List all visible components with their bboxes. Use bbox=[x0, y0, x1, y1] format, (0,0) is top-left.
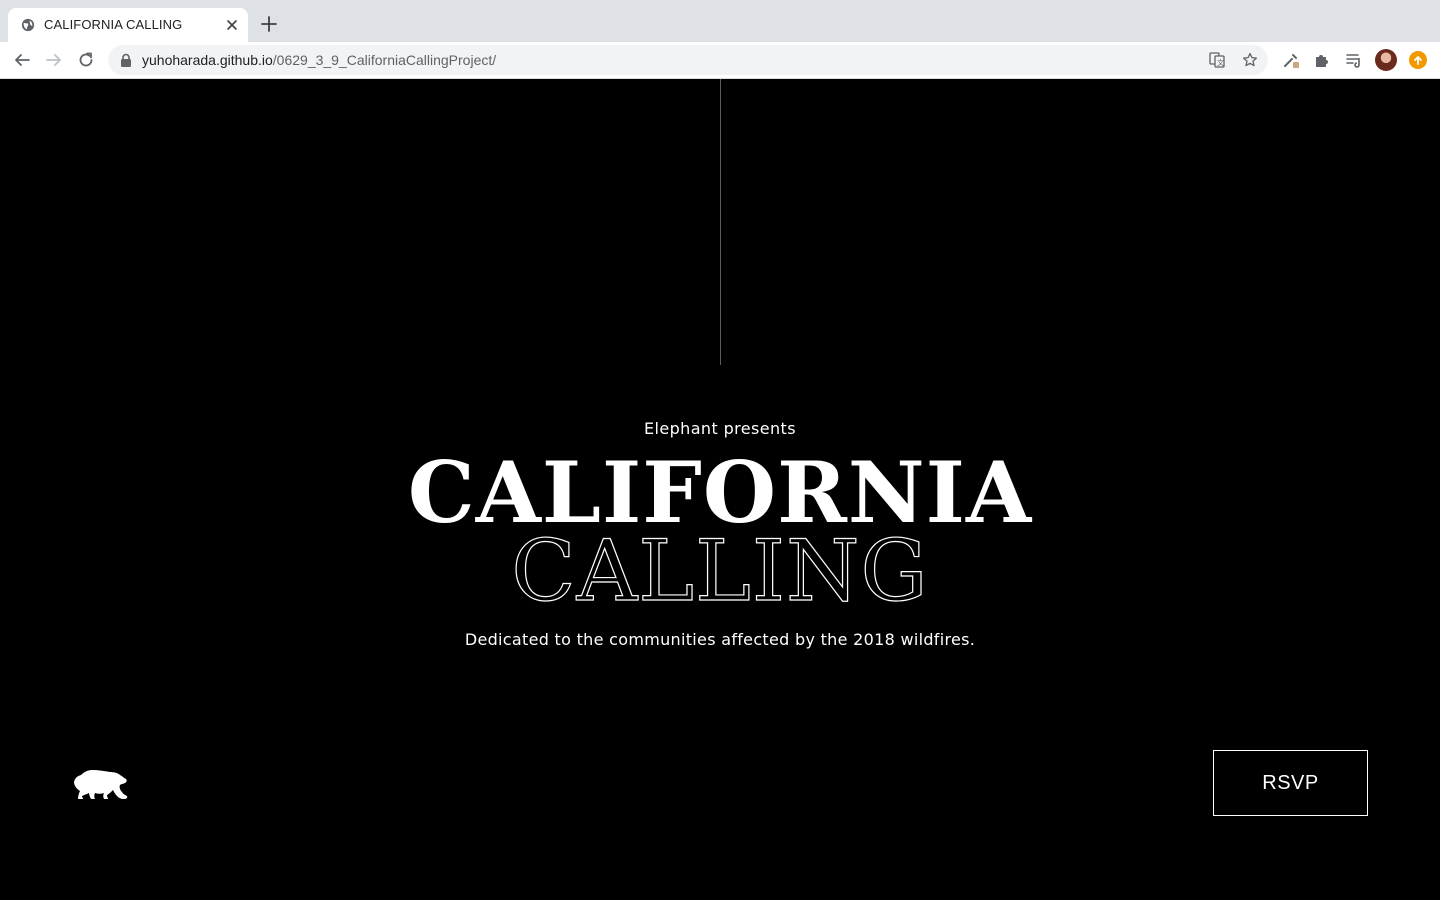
eyedropper-icon[interactable] bbox=[1282, 51, 1300, 69]
vertical-divider bbox=[720, 79, 721, 365]
address-bar[interactable]: yuhoharada.github.io/0629_3_9_California… bbox=[108, 45, 1268, 75]
puzzle-icon[interactable] bbox=[1313, 51, 1331, 69]
globe-icon bbox=[21, 18, 35, 32]
url-path: /0629_3_9_CaliforniaCallingProject/ bbox=[272, 52, 497, 68]
url-domain: yuhoharada.github.io bbox=[142, 52, 273, 68]
dedication-text: Dedicated to the communities affected by… bbox=[464, 630, 976, 649]
forward-arrow-icon[interactable] bbox=[45, 51, 63, 69]
lock-icon[interactable] bbox=[120, 53, 132, 67]
bear-icon[interactable] bbox=[72, 767, 128, 801]
page-content: Elephant presents CALIFORNIA CALLING Ded… bbox=[0, 79, 1440, 900]
rsvp-button[interactable]: RSVP bbox=[1213, 750, 1368, 816]
new-tab-icon[interactable] bbox=[260, 15, 278, 33]
tab-strip: CALIFORNIA CALLING bbox=[0, 0, 1440, 42]
browser-toolbar: yuhoharada.github.io/0629_3_9_California… bbox=[0, 42, 1440, 79]
browser-tab[interactable]: CALIFORNIA CALLING bbox=[8, 8, 248, 42]
avatar[interactable] bbox=[1375, 49, 1397, 71]
update-icon[interactable] bbox=[1409, 51, 1427, 69]
svg-text:文: 文 bbox=[1217, 58, 1224, 67]
title-calling: CALLING bbox=[511, 521, 929, 620]
star-icon[interactable] bbox=[1242, 52, 1258, 68]
presents-text: Elephant presents bbox=[644, 419, 796, 438]
translate-icon[interactable]: 文 bbox=[1209, 52, 1225, 68]
close-icon[interactable] bbox=[224, 17, 240, 33]
back-arrow-icon[interactable] bbox=[13, 51, 31, 69]
url-text[interactable]: yuhoharada.github.io/0629_3_9_California… bbox=[142, 52, 496, 68]
media-queue-icon[interactable] bbox=[1345, 51, 1363, 69]
update-arrow-icon bbox=[1414, 56, 1422, 65]
tab-title: CALIFORNIA CALLING bbox=[44, 17, 183, 32]
reload-icon[interactable] bbox=[77, 51, 95, 69]
